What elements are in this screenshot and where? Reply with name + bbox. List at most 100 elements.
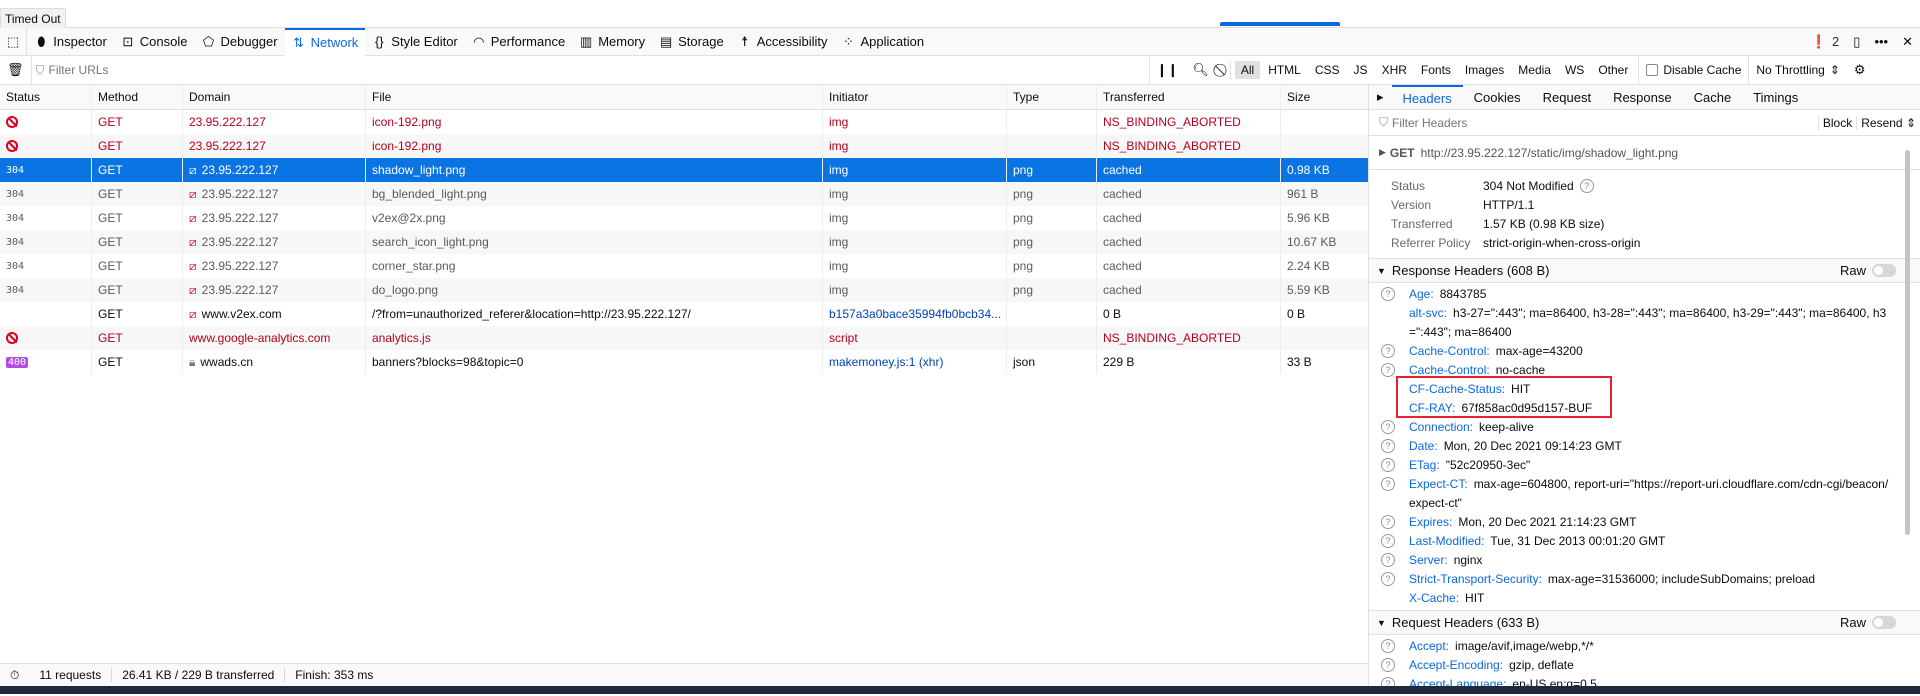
header-row: ? Expires: Mon, 20 Dec 2021 21:14:23 GMT <box>1369 513 1920 532</box>
table-row[interactable]: 400 GET 🔒︎ wwads.cn banners?blocks=98&topic=… <box>0 350 1368 374</box>
responsive-design-icon[interactable]: ▯ <box>1846 28 1867 56</box>
filter-urls-input[interactable] <box>48 63 1149 77</box>
header-value: 8843785 <box>1439 287 1487 301</box>
filter-type-all[interactable]: All <box>1234 61 1261 79</box>
trash-icon[interactable]: 🗑 <box>0 56 32 84</box>
help-icon[interactable]: ? <box>1579 178 1594 193</box>
table-row[interactable]: GET 23.95.222.127 icon-192.png img NS_BINDIN… <box>0 134 1368 158</box>
details-tab-response[interactable]: Response <box>1602 85 1683 110</box>
cell-size: 0.98 KB <box>1287 163 1330 177</box>
error-count[interactable]: ❗ 2 <box>1804 28 1846 56</box>
cell-transferred: NS_BINDING_ABORTED <box>1097 134 1281 158</box>
tab-accessibility[interactable]: ☨ Accessibility <box>731 28 835 56</box>
help-icon[interactable]: ? <box>1381 344 1395 358</box>
block-icon[interactable]: ⃠ <box>1216 56 1230 84</box>
filter-type-html[interactable]: HTML <box>1262 61 1307 79</box>
devtools-toolbar: ⬚ ⬮ Inspector ⊡ Console ⬠ Debugger ⇅ Network{} S… <box>0 27 1920 56</box>
help-icon[interactable]: ? <box>1381 477 1395 491</box>
tab-inspector[interactable]: ⬮ Inspector <box>27 28 113 56</box>
help-icon[interactable]: ? <box>1381 515 1395 529</box>
table-row[interactable]: GET www.google-analytics.com analytics.js s… <box>0 326 1368 350</box>
raw-toggle[interactable] <box>1872 264 1896 277</box>
table-row[interactable]: 304 GET ⧄ 23.95.222.127 do_logo.png img png cac… <box>0 278 1368 302</box>
details-tab-request[interactable]: Request <box>1532 85 1602 110</box>
more-options-icon[interactable]: ••• <box>1867 28 1895 56</box>
resend-button[interactable]: Resend ⇕ <box>1856 115 1920 130</box>
column-header-type[interactable]: Type <box>1007 85 1097 109</box>
cell-transferred: NS_BINDING_ABORTED <box>1097 326 1281 350</box>
filter-type-images[interactable]: Images <box>1459 61 1510 79</box>
table-row[interactable]: 304 GET ⧄ 23.95.222.127 search_icon_light.pn… <box>0 230 1368 254</box>
element-picker-icon[interactable]: ⬚ <box>0 27 28 56</box>
help-icon[interactable]: ? <box>1381 572 1395 586</box>
request-url-row[interactable]: ▶ GET http://23.95.222.127/static/img/sh… <box>1369 136 1920 170</box>
pause-icon[interactable]: ❙❙ <box>1148 56 1186 84</box>
help-icon[interactable]: ? <box>1381 534 1395 548</box>
table-row[interactable]: 304 GET ⧄ 23.95.222.127 corner_star.png img pn… <box>0 254 1368 278</box>
table-row[interactable]: 304 GET ⧄ 23.95.222.127 bg_blended_light.png… <box>0 182 1368 206</box>
tab-debugger[interactable]: ⬠ Debugger <box>194 28 284 56</box>
cell-transferred: cached <box>1097 230 1281 254</box>
cell-domain: www.google-analytics.com <box>183 326 366 350</box>
table-row[interactable]: GET 23.95.222.127 icon-192.png img NS_BINDIN… <box>0 110 1368 134</box>
help-icon[interactable]: ? <box>1381 553 1395 567</box>
tab-console[interactable]: ⊡ Console <box>114 28 195 56</box>
tab-network[interactable]: ⇅ Network <box>284 27 366 56</box>
storage-icon: ▤ <box>659 33 673 49</box>
details-tab-cache[interactable]: Cache <box>1683 85 1743 110</box>
header-name: Age: <box>1409 287 1434 301</box>
help-icon[interactable]: ? <box>1381 458 1395 472</box>
table-row[interactable]: 304 GET ⧄ 23.95.222.127 v2ex@2x.png img png cac… <box>0 206 1368 230</box>
details-tab-timings[interactable]: Timings <box>1742 85 1809 110</box>
tab-storage[interactable]: ▤ Storage <box>652 28 731 56</box>
tab-performance[interactable]: ◠ Performance <box>465 28 572 56</box>
filter-type-other[interactable]: Other <box>1592 61 1634 79</box>
help-icon[interactable]: ? <box>1381 658 1395 672</box>
tab-style-editor[interactable]: {} Style Editor <box>365 28 464 56</box>
cell-domain: 🔒︎ wwads.cn <box>183 350 366 374</box>
tab-memory[interactable]: ▥ Memory <box>572 28 652 56</box>
header-row: ? Connection: keep-alive <box>1369 418 1920 437</box>
raw-toggle[interactable] <box>1872 616 1896 629</box>
details-tab-cookies[interactable]: Cookies <box>1463 85 1532 110</box>
help-icon[interactable]: ? <box>1381 639 1395 653</box>
column-header-domain[interactable]: Domain <box>183 85 366 109</box>
browser-tab[interactable]: Timed Out <box>0 8 66 28</box>
filter-type-media[interactable]: Media <box>1512 61 1557 79</box>
toggle-sidebar-icon[interactable]: ▸ <box>1369 85 1392 110</box>
settings-gear-icon[interactable]: ⚙ <box>1847 56 1873 84</box>
column-header-transferred[interactable]: Transferred <box>1097 85 1281 109</box>
column-header-method[interactable]: Method <box>92 85 183 109</box>
cell-method: GET <box>92 326 183 350</box>
panel-scrollbar[interactable] <box>1905 150 1910 535</box>
filter-headers-input[interactable] <box>1392 115 1818 130</box>
help-icon[interactable]: ? <box>1381 439 1395 453</box>
request-headers-section[interactable]: ▼ Request Headers (633 B) Raw <box>1369 610 1920 635</box>
column-header-initiator[interactable]: Initiator <box>823 85 1007 109</box>
help-icon[interactable]: ? <box>1381 363 1395 377</box>
help-icon[interactable]: ? <box>1381 420 1395 434</box>
close-icon[interactable]: ✕ <box>1895 28 1920 56</box>
tab-application[interactable]: ⁘ Application <box>834 28 931 56</box>
response-headers-section[interactable]: ▼ Response Headers (608 B) Raw <box>1369 258 1920 283</box>
blocked-icon <box>6 140 18 152</box>
column-header-file[interactable]: File <box>366 85 823 109</box>
filter-type-fonts[interactable]: Fonts <box>1415 61 1457 79</box>
filter-type-xhr[interactable]: XHR <box>1376 61 1413 79</box>
cell-method: GET <box>92 110 183 134</box>
search-icon[interactable]: 🔍︎ <box>1185 56 1216 84</box>
column-header-status[interactable]: Status <box>0 85 92 109</box>
filter-type-css[interactable]: CSS <box>1309 61 1346 79</box>
filter-icon: ⛉ <box>35 62 45 77</box>
details-tab-headers[interactable]: Headers <box>1391 84 1463 110</box>
table-row[interactable]: GET ⧄ www.v2ex.com/?from=unauthorized_refe… <box>0 302 1368 326</box>
block-button[interactable]: Block <box>1817 115 1856 130</box>
filter-type-ws[interactable]: WS <box>1559 61 1590 79</box>
table-row[interactable]: 304 GET ⧄ 23.95.222.127 shadow_light.png img p… <box>0 158 1368 182</box>
help-icon[interactable]: ? <box>1381 287 1395 301</box>
collapse-arrow-icon: ▼ <box>1377 617 1386 628</box>
column-header-size[interactable]: Size <box>1281 85 1368 109</box>
filter-type-js[interactable]: JS <box>1348 61 1374 79</box>
throttling-select[interactable]: No Throttling ⇕ <box>1748 56 1847 84</box>
disable-cache-checkbox[interactable]: Disable Cache <box>1638 56 1748 84</box>
